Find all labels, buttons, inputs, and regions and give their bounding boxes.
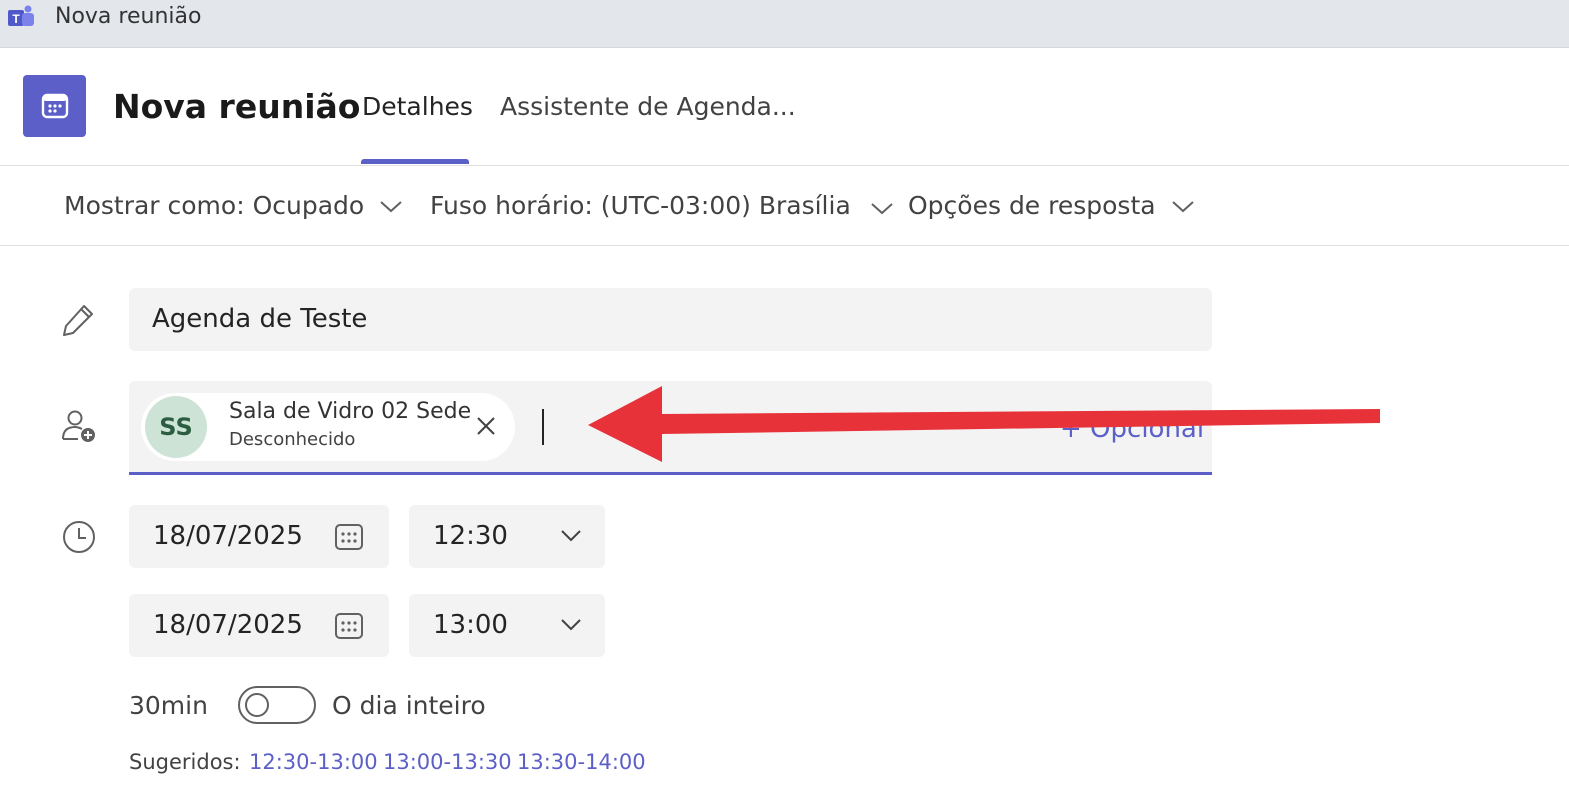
pencil-icon	[63, 305, 93, 336]
timezone-label: Fuso horário: (UTC-03:00) Brasília	[430, 191, 851, 220]
toggle-knob	[245, 693, 269, 717]
suggested-slot[interactable]: 13:30-14:00	[517, 748, 646, 776]
annotation-arrow-icon	[588, 386, 1380, 462]
duration-label: 30min	[129, 691, 208, 720]
start-date-value: 18/07/2025	[153, 521, 303, 551]
meeting-options-bar: Mostrar como: Ocupado Fuso horário: (UTC…	[0, 167, 1569, 246]
meeting-header: Nova reunião Detalhes Assistente de Agen…	[0, 48, 1569, 166]
add-person-icon	[62, 410, 95, 442]
response-options-label: Opções de resposta	[908, 191, 1156, 220]
window-titlebar: T Nova reunião	[0, 0, 1569, 48]
start-time-value: 12:30	[433, 521, 508, 551]
text-caret	[542, 409, 544, 445]
start-time-dropdown[interactable]: 12:30	[409, 505, 605, 568]
response-options-dropdown[interactable]: Opções de resposta	[908, 189, 1196, 223]
chevron-down-icon	[380, 201, 402, 213]
tab-details[interactable]: Detalhes	[362, 90, 473, 124]
end-date-value: 18/07/2025	[153, 610, 303, 640]
close-icon[interactable]	[473, 413, 499, 439]
end-time-dropdown[interactable]: 13:00	[409, 594, 605, 657]
suggested-slot[interactable]: 12:30-13:00	[249, 748, 378, 776]
page-title: Nova reunião	[113, 87, 361, 126]
tab-scheduling-assistant[interactable]: Assistente de Agenda...	[500, 90, 796, 124]
all-day-toggle[interactable]	[238, 686, 316, 724]
attendee-status: Desconhecido	[229, 429, 356, 450]
meeting-title-input[interactable]: Agenda de Teste	[129, 288, 1212, 351]
timezone-dropdown[interactable]: Fuso horário: (UTC-03:00) Brasília	[430, 189, 895, 223]
attendee-chip[interactable]: SS Sala de Vidro 02 Sede Desconhecido	[141, 393, 515, 461]
meeting-title-value: Agenda de Teste	[152, 304, 368, 334]
calendar-icon[interactable]	[334, 611, 364, 641]
window-title: Nova reunião	[55, 4, 202, 29]
attendee-name: Sala de Vidro 02 Sede	[229, 399, 472, 424]
chevron-down-icon	[561, 530, 581, 542]
start-date-input[interactable]: 18/07/2025	[129, 505, 389, 568]
show-as-dropdown[interactable]: Mostrar como: Ocupado	[64, 189, 404, 223]
show-as-label: Mostrar como: Ocupado	[64, 191, 365, 220]
svg-text:T: T	[12, 12, 20, 26]
chevron-down-icon	[561, 619, 581, 631]
suggested-label: Sugeridos:	[129, 750, 241, 774]
suggested-slot[interactable]: 13:00-13:30	[383, 748, 512, 776]
chevron-down-icon	[871, 203, 893, 215]
end-time-value: 13:00	[433, 610, 508, 640]
teams-app-icon: T	[8, 5, 34, 26]
end-date-input[interactable]: 18/07/2025	[129, 594, 389, 657]
calendar-badge-icon	[23, 75, 86, 137]
active-tab-indicator	[361, 159, 469, 164]
clock-icon	[63, 521, 95, 553]
calendar-icon[interactable]	[334, 522, 364, 552]
avatar: SS	[145, 396, 207, 458]
chevron-down-icon	[1171, 201, 1194, 213]
all-day-label: O dia inteiro	[332, 691, 486, 720]
